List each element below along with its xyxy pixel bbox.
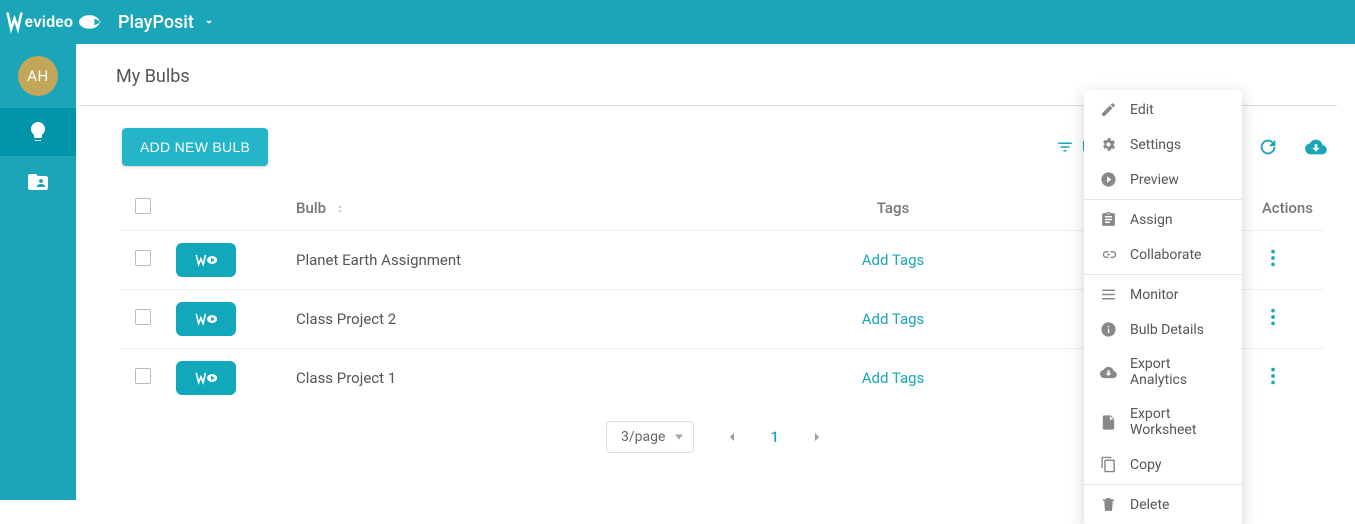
bulb-thumbnail[interactable] bbox=[176, 361, 236, 395]
refresh-button[interactable] bbox=[1257, 136, 1279, 158]
sort-icon bbox=[334, 203, 346, 215]
bulb-thumbnail[interactable] bbox=[176, 243, 236, 277]
list-icon bbox=[1100, 286, 1117, 303]
menu-item-export-worksheet[interactable]: Export Worksheet bbox=[1084, 397, 1242, 447]
row-actions-button[interactable] bbox=[1262, 306, 1284, 328]
folder-shared-icon bbox=[26, 170, 50, 194]
bulb-title[interactable]: Planet Earth Assignment bbox=[286, 231, 763, 290]
row-checkbox[interactable] bbox=[135, 250, 151, 266]
sidebar-item-bulbs[interactable] bbox=[0, 108, 76, 156]
info-icon bbox=[1100, 321, 1117, 338]
document-icon bbox=[1100, 414, 1117, 431]
page-number[interactable]: 1 bbox=[770, 428, 779, 446]
more-vert-icon bbox=[1262, 306, 1284, 328]
wevideo-logo-icon: evideo bbox=[6, 8, 108, 36]
play-circle-icon bbox=[1100, 171, 1117, 188]
row-checkbox[interactable] bbox=[135, 309, 151, 325]
menu-separator bbox=[1084, 199, 1242, 200]
cloud-download-icon bbox=[1100, 364, 1117, 381]
cloud-download-button[interactable] bbox=[1305, 136, 1327, 158]
menu-item-preview[interactable]: Preview bbox=[1084, 162, 1242, 197]
select-all-checkbox[interactable] bbox=[135, 198, 151, 214]
menu-item-copy[interactable]: Copy bbox=[1084, 447, 1242, 482]
svg-text:evideo: evideo bbox=[25, 14, 73, 31]
filter-icon bbox=[1056, 138, 1074, 156]
page-size-select[interactable]: 3/page bbox=[606, 421, 694, 453]
avatar[interactable]: AH bbox=[18, 56, 58, 96]
add-tags-link[interactable]: Add Tags bbox=[862, 251, 925, 269]
gear-icon bbox=[1100, 136, 1117, 153]
brand-dropdown[interactable]: PlayPosit bbox=[118, 12, 216, 33]
wevideo-thumb-icon bbox=[193, 369, 220, 387]
menu-item-monitor[interactable]: Monitor bbox=[1084, 277, 1242, 312]
more-vert-icon bbox=[1262, 247, 1284, 269]
column-bulb[interactable]: Bulb bbox=[296, 199, 326, 217]
trash-icon bbox=[1100, 496, 1117, 513]
link-icon bbox=[1100, 246, 1117, 263]
wevideo-thumb-icon bbox=[193, 310, 220, 328]
column-tags: Tags bbox=[763, 186, 1023, 231]
menu-separator bbox=[1084, 274, 1242, 275]
add-tags-link[interactable]: Add Tags bbox=[862, 369, 925, 387]
prev-page-button[interactable] bbox=[724, 429, 740, 445]
refresh-icon bbox=[1257, 136, 1279, 158]
bulb-title[interactable]: Class Project 2 bbox=[286, 290, 763, 349]
menu-separator bbox=[1084, 484, 1242, 485]
chevron-left-icon bbox=[724, 429, 740, 445]
cloud-download-icon bbox=[1305, 136, 1327, 158]
add-tags-link[interactable]: Add Tags bbox=[862, 310, 925, 328]
menu-item-details[interactable]: Bulb Details bbox=[1084, 312, 1242, 347]
wevideo-logo[interactable]: evideo bbox=[0, 0, 108, 44]
avatar-initials: AH bbox=[27, 67, 49, 85]
row-checkbox[interactable] bbox=[135, 368, 151, 384]
copy-icon bbox=[1100, 456, 1117, 473]
menu-item-assign[interactable]: Assign bbox=[1084, 202, 1242, 237]
chevron-right-icon bbox=[809, 429, 825, 445]
menu-item-collaborate[interactable]: Collaborate bbox=[1084, 237, 1242, 272]
menu-item-settings[interactable]: Settings bbox=[1084, 127, 1242, 162]
next-page-button[interactable] bbox=[809, 429, 825, 445]
wevideo-thumb-icon bbox=[193, 251, 220, 269]
sidebar-item-folder[interactable] bbox=[0, 158, 76, 206]
chevron-down-icon bbox=[202, 15, 216, 29]
bulb-thumbnail[interactable] bbox=[176, 302, 236, 336]
assignment-icon bbox=[1100, 211, 1117, 228]
more-vert-icon bbox=[1262, 365, 1284, 387]
row-actions-button[interactable] bbox=[1262, 365, 1284, 387]
menu-item-edit[interactable]: Edit bbox=[1084, 92, 1242, 127]
topbar: evideo PlayPosit bbox=[0, 0, 1355, 44]
pencil-icon bbox=[1100, 101, 1117, 118]
bulb-title[interactable]: Class Project 1 bbox=[286, 349, 763, 408]
brand-name: PlayPosit bbox=[118, 12, 194, 33]
menu-item-export-analytics[interactable]: Export Analytics bbox=[1084, 347, 1242, 397]
context-menu: Edit Settings Preview Assign Collaborate… bbox=[1084, 90, 1242, 524]
sidebar: AH bbox=[0, 44, 76, 500]
row-actions-button[interactable] bbox=[1262, 247, 1284, 269]
menu-item-delete[interactable]: Delete bbox=[1084, 487, 1242, 522]
add-new-bulb-button[interactable]: ADD NEW BULB bbox=[122, 128, 268, 166]
lightbulb-icon bbox=[26, 120, 50, 144]
